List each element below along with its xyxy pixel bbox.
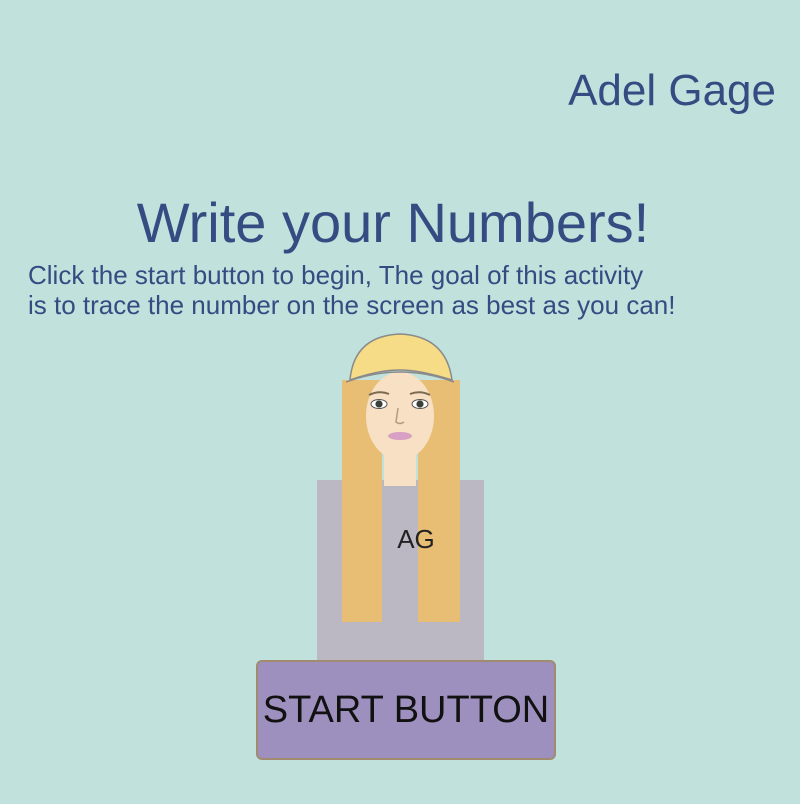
avatar-face [366,372,434,460]
instructions-line-1: Click the start button to begin, The goa… [28,260,644,290]
author-name: Adel Gage [568,66,776,115]
instructions-text: Click the start button to begin, The goa… [28,260,788,320]
start-button[interactable]: START BUTTON [256,660,556,760]
avatar-figure [317,333,484,660]
app-canvas: Adel Gage Write your Numbers! Click the … [0,0,800,804]
avatar-shirt-initials: AG [397,524,435,554]
page-title: Write your Numbers! [136,191,650,254]
avatar-mouth [388,432,412,440]
instructions-line-2: is to trace the number on the screen as … [28,290,676,320]
